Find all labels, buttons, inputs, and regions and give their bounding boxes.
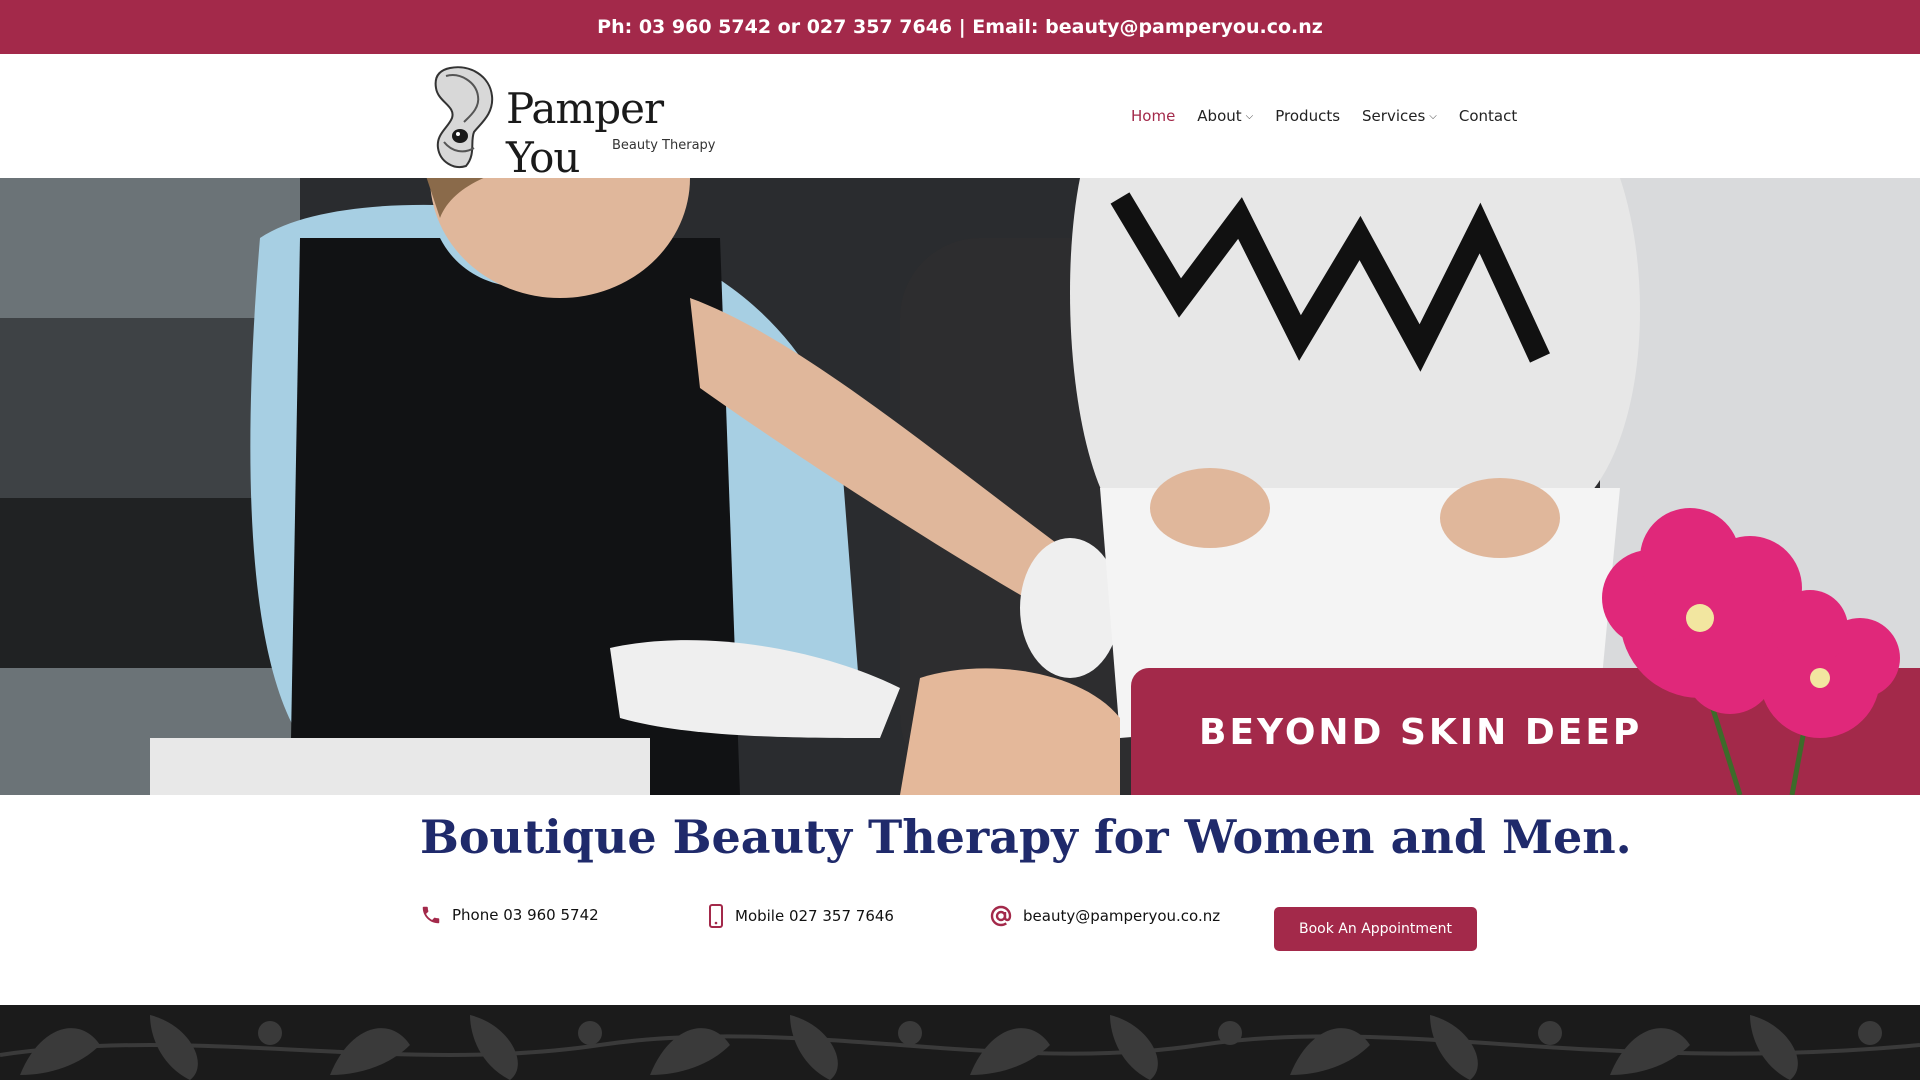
chevron-down-icon: ⌵ <box>1429 110 1437 122</box>
at-sign-icon <box>990 905 1012 927</box>
nav-item-products[interactable]: Products <box>1275 107 1340 125</box>
decorative-leaf-pattern <box>0 1005 1920 1080</box>
top-contact-bar: Ph: 03 960 5742 or 027 357 7646 | Email:… <box>0 0 1920 54</box>
nav-item-about[interactable]: About ⌵ <box>1197 107 1253 125</box>
book-appointment-button[interactable]: Book An Appointment <box>1274 907 1477 951</box>
chevron-down-icon: ⌵ <box>1245 110 1254 122</box>
hero-image: BEYOND SKIN DEEP <box>0 178 1920 795</box>
hollyhock-flowers-icon <box>1602 508 1900 795</box>
mobile-phone-icon <box>709 904 723 928</box>
main-nav: Home About ⌵ Products Services ⌵ Contact <box>1131 54 1517 178</box>
email-contact[interactable]: beauty@pamperyou.co.nz <box>989 904 1220 928</box>
mobile-contact[interactable]: Mobile 027 357 7646 <box>707 904 894 928</box>
nav-item-contact[interactable]: Contact <box>1459 107 1517 125</box>
contact-row: Phone 03 960 5742 Mobile 027 357 7646 be… <box>0 904 1920 954</box>
logo[interactable]: Pamper You Beauty Therapy <box>430 62 720 182</box>
nav-item-services[interactable]: Services ⌵ <box>1362 107 1437 125</box>
site-header: Pamper You Beauty Therapy Home About ⌵ P… <box>0 54 1920 182</box>
nav-label-contact: Contact <box>1458 107 1518 125</box>
phone-icon <box>422 906 440 924</box>
phone-text: Phone 03 960 5742 <box>452 906 599 924</box>
nav-label-about: About <box>1197 107 1242 125</box>
leaf-pattern-icon <box>0 1015 1920 1080</box>
page-tagline: Boutique Beauty Therapy for Women and Me… <box>420 810 1632 864</box>
shell-hand-logo-icon <box>434 66 494 168</box>
logo-title: Pamper You <box>506 84 664 182</box>
nav-label-products: Products <box>1275 107 1341 125</box>
phone-contact[interactable]: Phone 03 960 5742 <box>420 904 599 926</box>
nav-label-services: Services <box>1362 107 1426 125</box>
mobile-text: Mobile 027 357 7646 <box>735 907 894 925</box>
email-text: beauty@pamperyou.co.nz <box>1023 907 1221 925</box>
nav-item-home[interactable]: Home <box>1131 107 1175 125</box>
top-contact-text: Ph: 03 960 5742 or 027 357 7646 | Email:… <box>597 16 1323 38</box>
logo-subtitle: Beauty Therapy <box>612 138 716 153</box>
nav-label-home: Home <box>1131 107 1176 125</box>
